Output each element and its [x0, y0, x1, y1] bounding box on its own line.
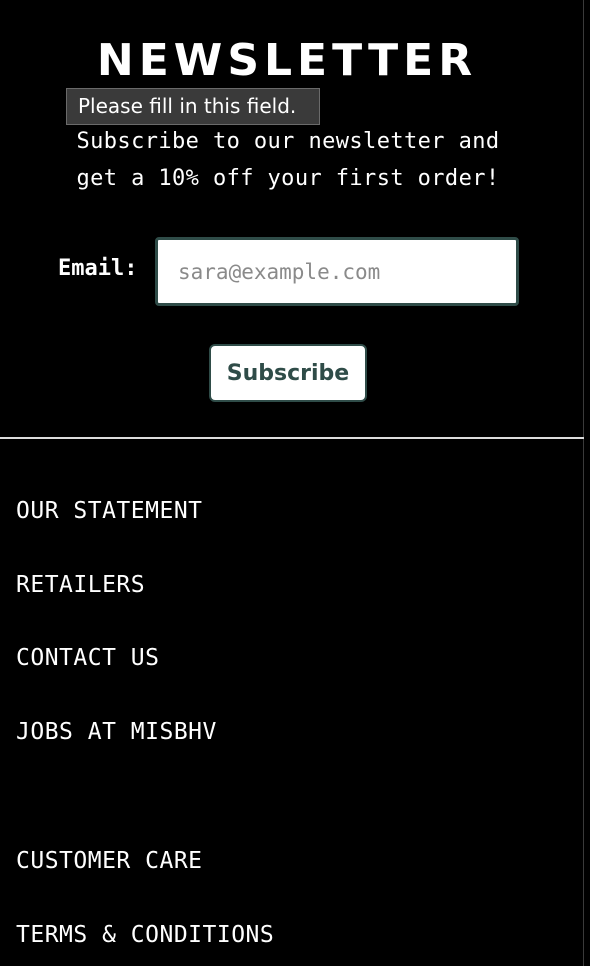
newsletter-subtitle-line-1: Subscribe to our newsletter and: [76, 129, 500, 154]
footer-link-our-statement[interactable]: OUR STATEMENT: [16, 496, 203, 526]
footer-link-jobs[interactable]: JOBS AT MISBHV: [16, 717, 217, 747]
newsletter-subtitle: Subscribe to our newsletter and get a 10…: [0, 123, 576, 197]
newsletter-title: NEWSLETTER: [96, 35, 478, 86]
footer-link-customer-care[interactable]: CUSTOMER CARE: [16, 846, 203, 876]
validation-tooltip: Please fill in this field.: [66, 88, 320, 125]
newsletter-subtitle-line-2: get a 10% off your first order!: [76, 166, 500, 191]
newsletter-section: NEWSLETTER Subscribe to our newsletter a…: [0, 0, 584, 438]
footer-link-contact-us[interactable]: CONTACT US: [16, 643, 159, 673]
footer-link-terms[interactable]: TERMS & CONDITIONS: [16, 920, 274, 950]
email-label: Email:: [58, 256, 138, 281]
email-input[interactable]: [155, 237, 519, 306]
section-divider: [0, 437, 584, 439]
subscribe-button[interactable]: Subscribe: [209, 344, 367, 402]
footer-link-retailers[interactable]: RETAILERS: [16, 570, 145, 600]
